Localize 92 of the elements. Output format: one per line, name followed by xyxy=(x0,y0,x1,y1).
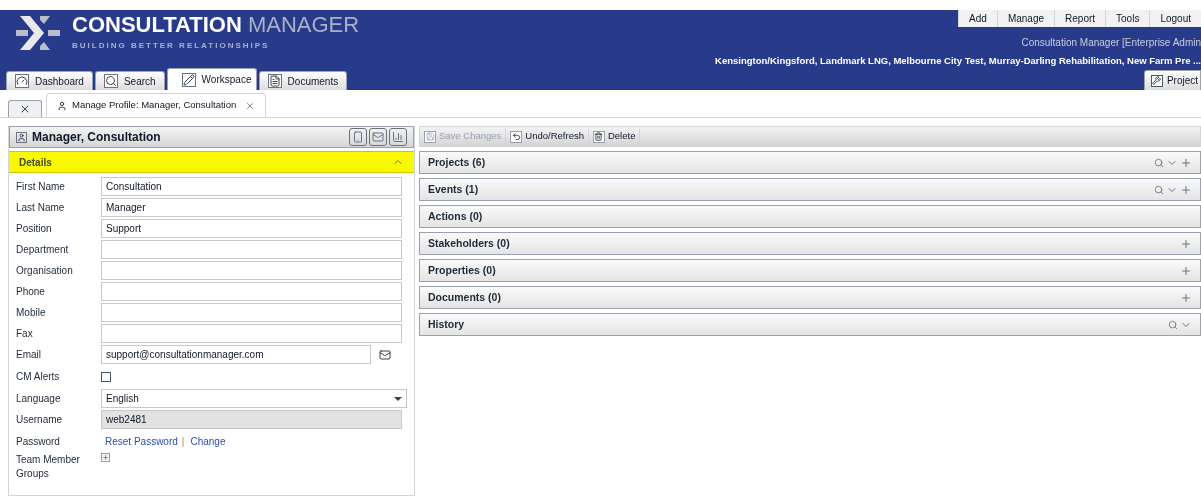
menu-button[interactable]: Add xyxy=(958,10,997,27)
save-icon xyxy=(424,130,436,143)
field-label: Last Name xyxy=(16,200,66,215)
person-icon xyxy=(57,100,67,111)
field-label: First Name xyxy=(16,179,66,194)
add-icon[interactable] xyxy=(1180,156,1192,169)
section-header[interactable]: Documents (0) xyxy=(419,286,1201,309)
section-title: Documents (0) xyxy=(428,289,501,305)
profile-tab[interactable]: Manage Profile: Manager, Consultation xyxy=(46,93,267,117)
details-header[interactable]: Details xyxy=(9,151,414,173)
chart-icon[interactable] xyxy=(389,128,407,146)
field-label: Email xyxy=(16,347,42,362)
brand-name-suffix: MANAGER xyxy=(247,14,360,36)
close-all-tabs-button[interactable] xyxy=(8,100,42,117)
section-title: Actions (0) xyxy=(428,208,483,224)
mail-icon[interactable] xyxy=(379,348,391,361)
project-list: Kensington/Kingsford, Landmark LNG, Melbourne City Test, Murray-Darling Rehabilitation, New Farm Pre ... xyxy=(715,54,1201,69)
menu-button[interactable]: Logout xyxy=(1149,10,1201,27)
section-header[interactable]: Actions (0) xyxy=(419,205,1201,228)
search-icon[interactable] xyxy=(1154,184,1164,195)
search-icon xyxy=(103,74,118,88)
menu-button[interactable]: Manage xyxy=(996,10,1055,27)
search-icon[interactable] xyxy=(1168,319,1178,330)
pencil-icon xyxy=(181,72,196,87)
phone-icon[interactable] xyxy=(349,128,367,146)
toolbar-button[interactable]: Undo/Refresh xyxy=(510,129,589,144)
tagline: BUILDING BETTER RELATIONSHIPS xyxy=(72,40,271,52)
expand-icon[interactable] xyxy=(101,453,110,462)
email-field[interactable]: support@consultationmanager.com xyxy=(101,345,371,364)
text-field[interactable]: Support xyxy=(101,219,402,238)
trash-icon xyxy=(592,130,605,143)
password-link[interactable]: Change xyxy=(190,434,226,449)
undo-icon xyxy=(510,130,523,143)
mail-icon[interactable] xyxy=(369,128,387,146)
tool-icon xyxy=(1150,74,1163,87)
add-icon[interactable] xyxy=(1180,237,1192,250)
text-field[interactable] xyxy=(101,261,402,280)
toolbar-button[interactable]: Delete xyxy=(592,129,641,144)
text-field[interactable]: Consultation xyxy=(101,177,402,196)
document-icon xyxy=(267,74,282,88)
checkbox[interactable] xyxy=(101,371,111,382)
section-title: Details xyxy=(19,155,52,170)
gauge-icon xyxy=(15,74,29,88)
tab-label: Manage Profile: Manager, Consultation xyxy=(72,98,237,113)
nav-tab[interactable]: Search xyxy=(94,71,165,90)
dropdown-arrow-icon xyxy=(394,396,402,401)
text-field[interactable] xyxy=(101,240,402,259)
add-icon[interactable] xyxy=(1180,264,1192,277)
field-label: Language xyxy=(16,391,62,406)
language-select[interactable]: English xyxy=(101,389,407,408)
section-header[interactable]: Events (1) xyxy=(419,178,1201,201)
field-label: Phone xyxy=(16,284,46,299)
menu-button[interactable]: Report xyxy=(1054,10,1106,27)
section-header[interactable]: Projects (6) xyxy=(419,151,1201,174)
section-header[interactable]: History xyxy=(419,313,1201,336)
close-icon[interactable] xyxy=(245,100,256,111)
section-title: Events (1) xyxy=(428,181,479,197)
field-label: Department xyxy=(16,242,70,257)
text-field[interactable]: Manager xyxy=(101,198,402,217)
brand-name: CONSULTATION xyxy=(72,14,242,36)
section-header[interactable]: Stakeholders (0) xyxy=(419,232,1201,255)
field-label: Organisation xyxy=(16,263,74,278)
field-label: Fax xyxy=(16,326,34,341)
person-icon xyxy=(16,131,27,143)
user-info: Consultation Manager [Enterprise Admin xyxy=(1021,36,1201,50)
profile-name: Manager, Consultation xyxy=(32,129,161,146)
field-label: Team Member Groups xyxy=(16,453,81,481)
field-label: Position xyxy=(16,221,53,236)
section-header[interactable]: Properties (0) xyxy=(419,259,1201,282)
add-icon[interactable] xyxy=(1180,291,1192,304)
field-label: Username xyxy=(16,412,64,427)
field-label: CM Alerts xyxy=(16,369,61,384)
password-link[interactable]: Reset Password xyxy=(105,434,178,449)
nav-tab[interactable]: Workspace xyxy=(166,68,257,90)
search-icon[interactable] xyxy=(1154,157,1164,168)
text-field[interactable] xyxy=(101,303,402,322)
text-field[interactable] xyxy=(101,282,402,301)
close-icon xyxy=(19,103,31,115)
field-label: Mobile xyxy=(16,305,47,320)
section-title: Stakeholders (0) xyxy=(428,235,510,251)
add-icon[interactable] xyxy=(1180,183,1192,196)
projects-button[interactable]: Project xyxy=(1143,70,1201,90)
menu-button[interactable]: Tools xyxy=(1105,10,1150,27)
field-label: Password xyxy=(16,434,61,449)
section-title: History xyxy=(428,316,465,332)
section-title: Properties (0) xyxy=(428,262,496,278)
nav-tab[interactable]: Documents xyxy=(258,71,347,90)
text-field[interactable] xyxy=(101,324,402,343)
section-title: Projects (6) xyxy=(428,154,486,170)
nav-tab[interactable]: Dashboard xyxy=(6,71,93,90)
link-separator: | xyxy=(181,435,185,449)
username-field: web2481 xyxy=(101,410,402,429)
